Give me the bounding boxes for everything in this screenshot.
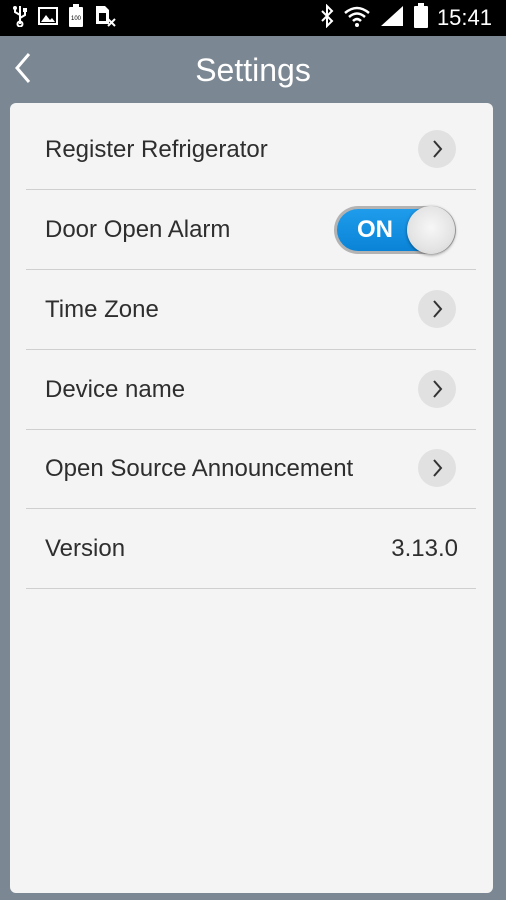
signal-icon xyxy=(379,4,405,33)
battery-percent-text: 100 xyxy=(71,16,82,22)
no-sim-icon xyxy=(94,5,116,32)
settings-item-label: Device name xyxy=(45,376,186,403)
settings-item-device-name[interactable]: Device name xyxy=(26,350,476,430)
status-bar: 100 15:41 xyxy=(0,0,506,36)
usb-icon xyxy=(12,5,28,32)
settings-item-label: Version xyxy=(45,535,126,562)
chevron-right-icon[interactable] xyxy=(418,290,456,328)
page-title: Settings xyxy=(195,52,311,88)
battery-saver-icon: 100 xyxy=(68,3,84,33)
toggle-track: ON xyxy=(337,206,455,254)
settings-item-label: Open Source Announcement xyxy=(45,455,354,482)
settings-item-register-refrigerator[interactable]: Register Refrigerator xyxy=(26,110,476,190)
settings-item-time-zone[interactable]: Time Zone xyxy=(26,270,476,350)
bluetooth-icon xyxy=(319,3,335,33)
wifi-icon xyxy=(343,4,371,33)
settings-item-label: Register Refrigerator xyxy=(45,136,268,163)
toggle-state-text: ON xyxy=(357,216,393,243)
settings-card: Register Refrigerator Door Open Alarm ON… xyxy=(10,103,493,893)
settings-item-door-open-alarm: Door Open Alarm ON xyxy=(26,190,476,270)
settings-item-version: Version 3.13.0 xyxy=(26,509,476,589)
settings-item-label: Time Zone xyxy=(45,296,159,323)
battery-icon xyxy=(413,2,429,34)
toggle-knob xyxy=(407,206,455,254)
settings-item-label: Door Open Alarm xyxy=(45,216,231,243)
image-icon xyxy=(38,6,58,30)
chevron-right-icon[interactable] xyxy=(418,370,456,408)
chevron-right-icon[interactable] xyxy=(418,449,456,487)
version-value: 3.13.0 xyxy=(391,535,458,562)
chevron-right-icon[interactable] xyxy=(418,130,456,168)
clock: 15:41 xyxy=(436,5,492,30)
app-header: Settings xyxy=(0,36,506,104)
door-alarm-toggle[interactable]: ON xyxy=(334,206,456,254)
settings-item-open-source-announcement[interactable]: Open Source Announcement xyxy=(26,429,476,509)
